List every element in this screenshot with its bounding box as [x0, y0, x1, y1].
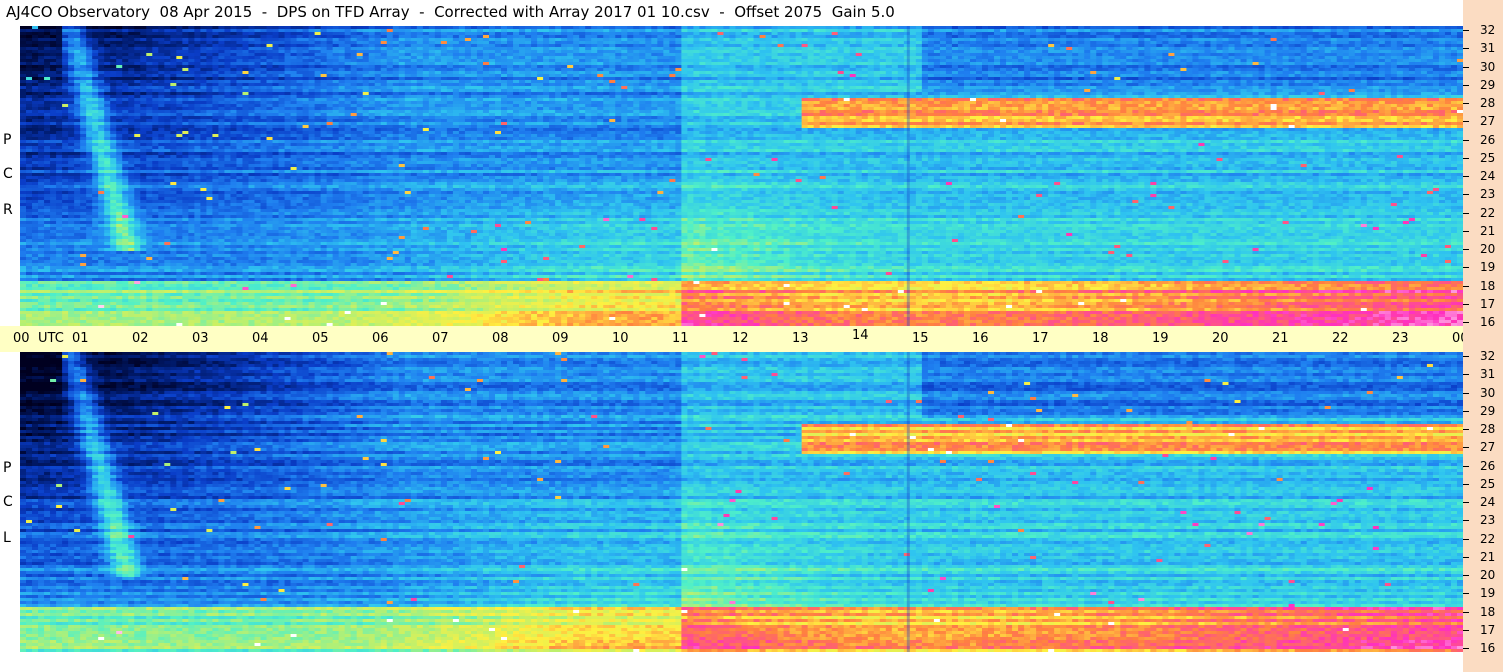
lcp-label-c: C [3, 494, 13, 510]
lcp-label-l: L [3, 530, 11, 546]
lcp-label-p: P [3, 460, 11, 476]
rcp-spectrogram [20, 26, 1463, 326]
rcp-label-p: P [3, 132, 11, 148]
title-bar: AJ4CO Observatory 08 Apr 2015 - DPS on T… [0, 0, 1463, 26]
chart-title: AJ4CO Observatory 08 Apr 2015 - DPS on T… [6, 3, 895, 21]
rcp-label-c: C [3, 166, 13, 182]
rcp-label-r: R [3, 202, 13, 218]
rcp-heatmap [20, 26, 1463, 326]
